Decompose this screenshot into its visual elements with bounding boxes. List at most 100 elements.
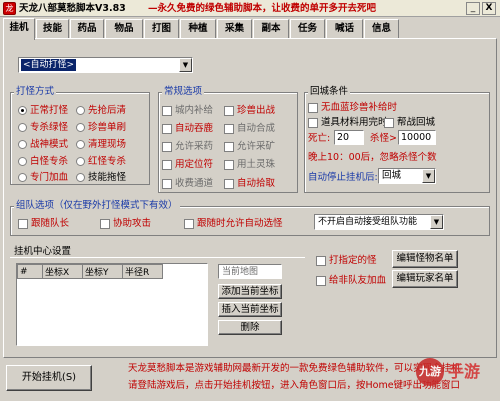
coordinate-table[interactable]: # 坐标X 坐标Y 半径R	[16, 263, 208, 346]
cb-hit-specific-label: 打指定的怪	[329, 255, 377, 266]
cb-no-pet-supply[interactable]	[308, 103, 318, 113]
col-x[interactable]: 坐标X	[42, 264, 83, 279]
tab-gather[interactable]: 采集	[217, 19, 252, 39]
cb-heal-friends-label: 给非队友加血	[329, 275, 387, 286]
center-divider	[10, 257, 305, 258]
cb-gather-herb-label: 允许采药	[175, 141, 214, 152]
app-icon: 龙	[3, 2, 16, 15]
close-button[interactable]: X	[482, 2, 496, 15]
cb-earth-bead-label: 用土灵珠	[237, 159, 276, 170]
radio-clean-label: 清理现场	[88, 139, 127, 150]
radio-normal-label: 正常打怪	[30, 105, 69, 116]
tab-dungeon[interactable]: 副本	[253, 19, 289, 39]
add-coordinate-button[interactable]: 添加当前坐标	[218, 284, 282, 299]
coordinate-table-header: # 坐标X 坐标Y 半径R	[17, 264, 163, 279]
window-slogan: —永久免费的绿色辅助脚本，让收费的单开多开去死吧	[148, 3, 377, 14]
chevron-down-icon[interactable]: ▼	[179, 58, 192, 72]
tab-shout[interactable]: 喊话	[326, 19, 363, 39]
cb-follow-allow-auto[interactable]	[184, 219, 194, 229]
radio-skill-pull[interactable]	[76, 173, 85, 182]
cb-paid-channel-label: 收费通道	[175, 178, 214, 189]
tab-strip: 挂机 技能 药品 物品 打图 种植 采集 副本 任务 喊话 信息	[0, 18, 500, 40]
chevron-down-icon[interactable]: ▼	[430, 215, 443, 229]
col-index[interactable]: #	[17, 264, 43, 279]
cb-auto-merge-label: 自动合成	[237, 123, 276, 134]
night-note: 晚上10：00后，忽略杀怪个数	[308, 152, 437, 163]
radio-red[interactable]	[76, 157, 85, 166]
tab-map[interactable]: 打图	[144, 19, 179, 39]
minimize-button[interactable]: _	[466, 2, 480, 15]
delete-coordinate-button[interactable]: 删除	[218, 320, 282, 335]
team-title: 组队选项（仅在野外打怪模式下有效）	[14, 200, 180, 211]
cb-auto-merge[interactable]	[224, 124, 234, 134]
cb-auto-pickup[interactable]	[224, 179, 234, 189]
edit-player-list-button[interactable]: 编辑玩家名单	[392, 270, 458, 288]
invite-select-value: 不开启自动接受组队功能	[318, 217, 418, 227]
cb-assist-attack-label: 协助攻击	[113, 218, 152, 229]
cb-locator[interactable]	[162, 160, 172, 170]
auto-stop-value: 回城	[382, 170, 402, 181]
current-map-field[interactable]: 当前地图	[218, 264, 282, 279]
chevron-down-icon[interactable]: ▼	[422, 169, 435, 183]
tab-quest[interactable]: 任务	[290, 19, 325, 39]
radio-green[interactable]	[18, 123, 27, 132]
kill-input[interactable]: 10000	[398, 130, 436, 145]
radio-red-label: 红怪专杀	[88, 156, 127, 167]
radio-white-label: 白怪专杀	[30, 156, 69, 167]
cb-paid-channel[interactable]	[162, 179, 172, 189]
cb-pet-fight-label: 珍兽出战	[237, 105, 276, 116]
notice-line-1: 天龙莫愁脚本是游戏辅助网最新开发的一款免费绿色辅助软件，可以实现全挂机	[128, 363, 461, 374]
radio-heal[interactable]	[18, 173, 27, 182]
death-label: 死亡:	[308, 133, 331, 144]
cb-follow-captain[interactable]	[18, 219, 28, 229]
radio-grab-first-label: 先抢后清	[88, 105, 127, 116]
cb-gather-herb[interactable]	[162, 142, 172, 152]
radio-clean[interactable]	[76, 140, 85, 149]
radio-grab-first[interactable]	[76, 106, 85, 115]
radio-green-label: 专杀绿怪	[30, 122, 69, 133]
edit-monster-list-button[interactable]: 编辑怪物名单	[392, 250, 458, 268]
death-input[interactable]: 20	[334, 130, 364, 145]
radio-white[interactable]	[18, 157, 27, 166]
cb-out-of-items[interactable]	[308, 118, 318, 128]
radio-war-god-label: 战神模式	[30, 139, 69, 150]
cb-assist-attack[interactable]	[100, 219, 110, 229]
cb-auto-eat[interactable]	[162, 124, 172, 134]
insert-coordinate-button[interactable]: 插入当前坐标	[218, 302, 282, 317]
watermark-logo-icon: 九游	[416, 358, 444, 386]
cb-city-supply-label: 城内补给	[175, 105, 214, 116]
cb-heal-friends[interactable]	[316, 276, 326, 286]
kill-label: 杀怪>	[370, 133, 397, 144]
cb-pet-fight[interactable]	[224, 106, 234, 116]
watermark-text: 手游	[448, 362, 481, 381]
cb-earth-bead[interactable]	[224, 160, 234, 170]
radio-normal[interactable]	[18, 106, 27, 115]
title-bar: 龙 天龙八部莫愁脚本V3.83 —永久免费的绿色辅助脚本，让收费的单开多开去死吧…	[0, 0, 500, 17]
auto-stop-select[interactable]: 回城 ▼	[378, 168, 436, 184]
tab-plant[interactable]: 种植	[180, 19, 216, 39]
radio-skill-pull-label: 技能拖怪	[88, 172, 127, 183]
tab-info[interactable]: 信息	[364, 19, 399, 39]
route-select[interactable]: <自动打怪> ▼	[18, 57, 193, 73]
col-y[interactable]: 坐标Y	[82, 264, 123, 279]
cb-out-of-items-label: 道具材料用完时	[321, 117, 388, 128]
radio-pet-solo[interactable]	[76, 123, 85, 132]
tab-guaji[interactable]: 挂机	[3, 18, 35, 40]
current-map-placeholder: 当前地图	[222, 267, 259, 277]
fight-mode-title: 打怪方式	[14, 86, 57, 97]
cb-gather-ore[interactable]	[224, 142, 234, 152]
start-hang-button[interactable]: 开始挂机(S)	[6, 365, 92, 391]
col-r[interactable]: 半径R	[122, 264, 163, 279]
tab-medicine[interactable]: 药品	[70, 19, 104, 39]
cb-gang-return[interactable]	[384, 118, 394, 128]
cb-follow-allow-auto-label: 跟随时允许自动选怪	[197, 218, 283, 229]
tab-items[interactable]: 物品	[105, 19, 143, 39]
cb-city-supply[interactable]	[162, 106, 172, 116]
notice-line-2: 请登陆游戏后，点击开始挂机按钮，进入角色窗口后，按Home键呼出功能窗口	[128, 380, 461, 391]
invite-select[interactable]: 不开启自动接受组队功能 ▼	[314, 214, 444, 230]
window-title: 天龙八部莫愁脚本V3.83	[19, 3, 126, 14]
cb-hit-specific[interactable]	[316, 256, 326, 266]
radio-war-god[interactable]	[18, 140, 27, 149]
tab-skill[interactable]: 技能	[36, 19, 69, 39]
cb-no-pet-supply-label: 无血蓝珍兽补给时	[321, 102, 398, 113]
